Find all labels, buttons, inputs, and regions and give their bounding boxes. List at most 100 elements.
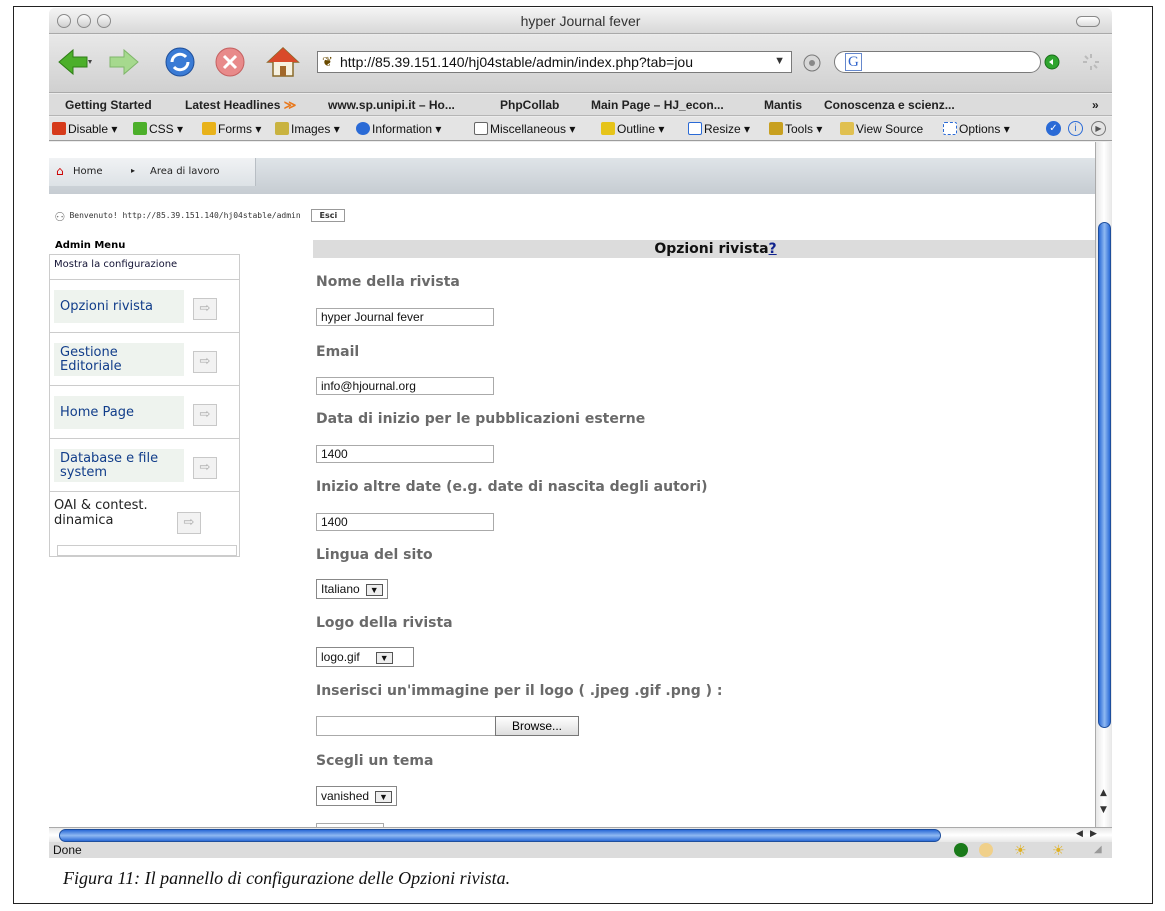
devtool-resize[interactable]: Resize ▾ — [688, 122, 750, 136]
devtool-label: Tools — [785, 122, 814, 136]
view-source-icon — [840, 122, 854, 135]
reload-icon[interactable] — [162, 45, 198, 79]
horizontal-scroll-thumb[interactable] — [59, 829, 941, 842]
devtool-label: Forms — [218, 122, 252, 136]
info-circle-icon[interactable]: i — [1068, 121, 1083, 136]
css-icon — [133, 122, 147, 135]
logo-select[interactable]: logo.gif ▼ — [316, 647, 414, 667]
language-select[interactable]: Italiano ▼ — [316, 579, 388, 599]
chevron-down-icon: ▼ — [365, 584, 383, 596]
devtool-view-source[interactable]: View Source — [840, 122, 923, 136]
help-link[interactable]: ? — [769, 241, 777, 257]
menu-item-label: Home Page — [54, 396, 184, 429]
devtool-disable[interactable]: Disable ▾ — [52, 122, 117, 136]
devtool-options[interactable]: Options ▾ — [943, 122, 1010, 136]
devtool-information[interactable]: Information ▾ — [356, 122, 441, 136]
devtool-label: Outline — [617, 122, 656, 136]
user-admin-icon: ⚇ — [55, 206, 65, 225]
logo-file-input[interactable] — [316, 716, 496, 736]
resize-icon — [688, 122, 702, 135]
show-config-link[interactable]: Mostra la configurazione — [50, 255, 239, 280]
logout-button[interactable]: Esci — [311, 209, 346, 222]
scroll-right-icon[interactable]: ▶ — [1090, 829, 1097, 839]
label-email: Email — [316, 344, 360, 360]
menu-item-home-page[interactable]: Home Page ⇨ — [50, 386, 239, 439]
vertical-scrollbar[interactable]: ▲ ▼ — [1095, 142, 1112, 827]
welcome-text: Benvenuto! http://85.39.151.140/hj04stab… — [69, 211, 301, 220]
toolbar-toggle-button[interactable] — [1076, 16, 1100, 27]
devtool-label: Disable — [68, 122, 109, 136]
journal-name-input[interactable]: hyper Journal fever — [316, 308, 494, 326]
breadcrumb-area[interactable]: Area di lavoro — [150, 166, 219, 177]
bookmark-main-page[interactable]: Main Page – HJ_econ... — [591, 98, 724, 112]
other-dates-input[interactable]: 1400 — [316, 513, 494, 531]
arrow-right-icon[interactable]: ⇨ — [193, 298, 217, 320]
browser-window: hyper Journal fever ❦ http://85.39.151.1… — [49, 8, 1112, 858]
forward-arrow-icon[interactable] — [106, 45, 142, 79]
panel-title-text: Opzioni rivista — [654, 241, 769, 257]
devtool-forms[interactable]: Forms ▾ — [202, 122, 261, 136]
site-favicon-icon: ❦ — [322, 54, 333, 69]
arrow-right-icon[interactable]: ⇨ — [193, 457, 217, 479]
bookmark-getting-started[interactable]: Getting Started — [65, 98, 152, 112]
url-history-dropdown-icon[interactable]: ▼ — [774, 55, 785, 67]
browse-button[interactable]: Browse... — [495, 716, 579, 736]
bookmarks-overflow-button[interactable]: » — [1092, 98, 1099, 112]
arrow-right-icon[interactable]: ⇨ — [177, 512, 201, 534]
breadcrumb: ⌂ Home ▸ Area di lavoro — [49, 158, 256, 186]
home-breadcrumb-icon: ⌂ — [56, 164, 64, 178]
label-tema: Scegli un tema — [316, 753, 434, 769]
devtool-outline[interactable]: Outline ▾ — [601, 122, 664, 136]
devtool-images[interactable]: Images ▾ — [275, 122, 340, 136]
admin-menu-title: Admin Menu — [55, 240, 126, 251]
search-go-icon[interactable] — [1044, 54, 1060, 70]
outline-icon — [601, 122, 615, 135]
play-circle-icon[interactable]: ▶ — [1091, 121, 1106, 136]
admin-menu-footer — [57, 545, 237, 556]
forms-icon — [202, 122, 216, 135]
bookmark-phpcollab[interactable]: PhpCollab — [500, 98, 559, 112]
devtool-miscellaneous[interactable]: Miscellaneous ▾ — [474, 122, 575, 136]
resize-grip-icon[interactable]: ◢ — [1094, 844, 1102, 855]
panel-title: Opzioni rivista? — [313, 240, 1112, 258]
devtool-tools[interactable]: Tools ▾ — [769, 122, 822, 136]
vertical-scroll-thumb[interactable] — [1098, 222, 1111, 728]
label-nome-rivista: Nome della rivista — [316, 274, 460, 290]
devtool-css[interactable]: CSS ▾ — [133, 122, 183, 136]
breadcrumb-home[interactable]: Home — [73, 166, 103, 177]
search-bar[interactable]: G — [834, 51, 1041, 73]
bookmark-latest-headlines[interactable]: Latest Headlines ≫ — [185, 98, 296, 112]
arrow-right-icon[interactable]: ⇨ — [193, 351, 217, 373]
bookmark-conoscenza[interactable]: Conoscenza e scienz... — [824, 98, 955, 112]
journal-options-panel: Opzioni rivista? Nome della rivista hype… — [313, 240, 1112, 827]
disable-icon — [52, 122, 66, 135]
bookmark-mantis[interactable]: Mantis — [764, 98, 802, 112]
menu-item-opzioni-rivista[interactable]: Opzioni rivista ⇨ — [50, 280, 239, 333]
scroll-down-icon[interactable]: ▼ — [1100, 805, 1107, 815]
horizontal-scrollbar[interactable]: ◀ ▶ — [49, 827, 1112, 842]
bookmarks-toolbar: Getting Started Latest Headlines ≫ www.s… — [49, 94, 1112, 116]
menu-item-gestione-editoriale[interactable]: Gestione Editoriale ⇨ — [50, 333, 239, 386]
devtool-label: CSS — [149, 122, 174, 136]
url-bar[interactable]: ❦ http://85.39.151.140/hj04stable/admin/… — [317, 51, 792, 73]
devtool-label: View Source — [856, 122, 924, 136]
arrow-right-icon[interactable]: ⇨ — [193, 404, 217, 426]
stop-icon[interactable] — [212, 45, 248, 79]
email-input[interactable]: info@hjournal.org — [316, 377, 494, 395]
menu-item-database[interactable]: Database e file system ⇨ — [50, 439, 239, 492]
home-icon[interactable] — [265, 45, 301, 79]
devtool-label: Options — [959, 122, 1001, 136]
validate-check-icon[interactable]: ✓ — [1046, 121, 1061, 136]
page-viewport: ⌂ Home ▸ Area di lavoro ⚇ Benvenuto! htt… — [49, 142, 1112, 827]
scroll-left-icon[interactable]: ◀ — [1076, 829, 1083, 839]
go-icon[interactable] — [802, 53, 822, 73]
welcome-line: ⚇ Benvenuto! http://85.39.151.140/hj04st… — [55, 206, 346, 225]
start-date-input[interactable]: 1400 — [316, 445, 494, 463]
devtool-label: Resize — [704, 122, 741, 136]
bookmark-sp-unipi[interactable]: www.sp.unipi.it – Ho... — [328, 98, 455, 112]
theme-select[interactable]: vanished ▼ — [316, 786, 397, 806]
scroll-up-icon[interactable]: ▲ — [1100, 788, 1107, 798]
menu-item-label: OAI & contest. dinamica — [54, 498, 148, 528]
search-engine-icon[interactable]: G — [845, 53, 862, 71]
back-arrow-icon[interactable] — [57, 45, 93, 79]
